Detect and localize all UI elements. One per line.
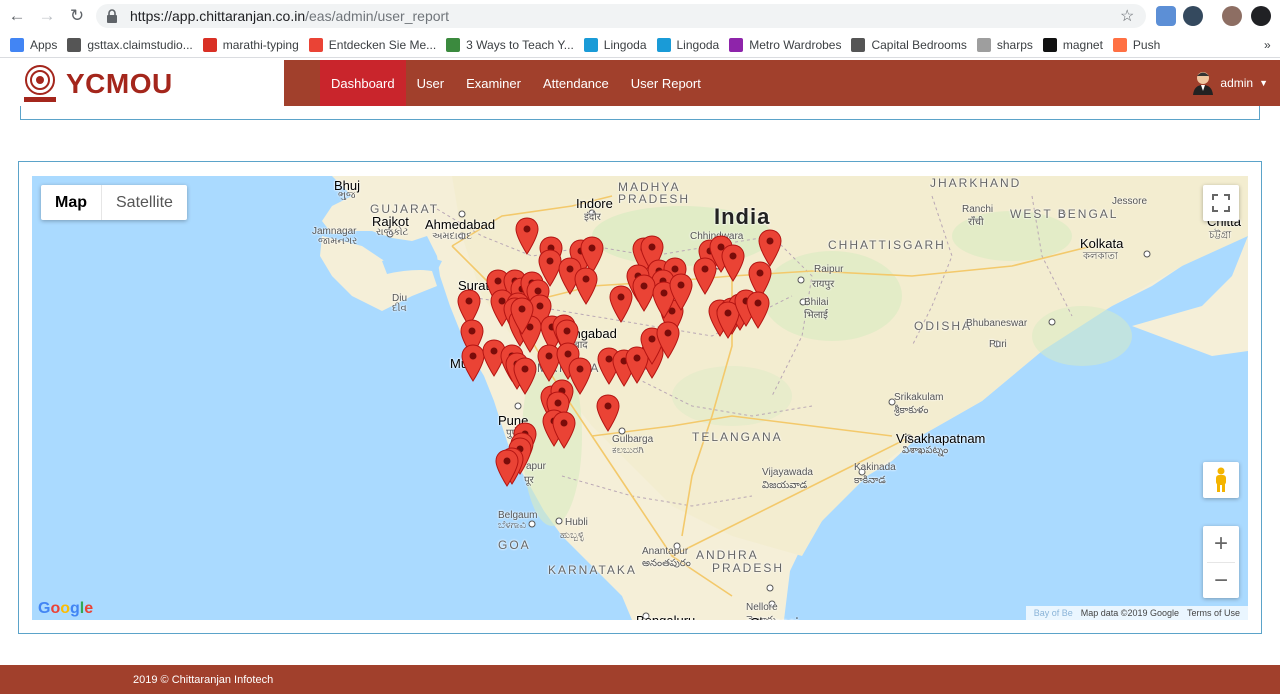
- map-type-satellite-button[interactable]: Satellite: [101, 185, 187, 220]
- bookmark-favicon-icon: [976, 37, 991, 52]
- fullscreen-icon[interactable]: [1203, 185, 1239, 221]
- footer: 2019 © Chittaranjan Infotech: [0, 665, 1280, 694]
- google-map[interactable]: Bhuj ભુજ GUJARAT Rajkot રાજકોટ Jamnagar જામનગર…: [32, 176, 1248, 620]
- nav-user-report[interactable]: User Report: [620, 60, 712, 106]
- bookmark-label: Entdecken Sie Me...: [328, 37, 437, 52]
- zoom-control: + −: [1203, 526, 1239, 598]
- admin-menu[interactable]: admin ▼: [1192, 60, 1268, 106]
- bookmarks-overflow-icon[interactable]: »: [1264, 38, 1271, 52]
- bookmark-label: 3 Ways to Teach Y...: [466, 37, 574, 52]
- google-logo[interactable]: Google: [38, 600, 93, 618]
- bookmark-item[interactable]: marathi-typing: [202, 37, 299, 52]
- bookmark-favicon-icon: [446, 37, 461, 52]
- bookmark-label: Push: [1132, 37, 1161, 52]
- map-type-map-button[interactable]: Map: [41, 185, 101, 220]
- bookmarks-bar: Apps gsttax.claimstudio... marathi-typing E…: [0, 32, 1280, 58]
- forward-icon[interactable]: →: [34, 3, 60, 29]
- map-markers: [457, 217, 782, 487]
- bookmark-label: magnet: [1062, 37, 1103, 52]
- reload-icon[interactable]: ↻: [64, 3, 90, 29]
- extension-new-icon[interactable]: [1183, 6, 1203, 26]
- map-marker-pin-icon[interactable]: [609, 285, 633, 323]
- terms-link[interactable]: Terms of Use: [1187, 608, 1240, 618]
- bookmark-label: Capital Bedrooms: [871, 37, 967, 52]
- bookmark-favicon-icon: [656, 37, 671, 52]
- bookmark-favicon-icon: [202, 37, 217, 52]
- bookmark-item[interactable]: Metro Wardrobes: [729, 37, 842, 52]
- bookmark-favicon-icon: [729, 37, 744, 52]
- bay-label: Bay of Be: [1033, 608, 1073, 618]
- ycmou-logo[interactable]: YCMOU: [20, 62, 173, 106]
- address-bar[interactable]: https://app.chittaranjan.co.in/eas/admin…: [96, 4, 1146, 28]
- map-marker-pin-icon[interactable]: [693, 257, 717, 295]
- nav-user[interactable]: User: [406, 60, 455, 106]
- footer-text: 2019 © Chittaranjan Infotech: [133, 673, 274, 686]
- nav-dashboard[interactable]: Dashboard: [320, 60, 406, 106]
- bookmark-favicon-icon: [1112, 37, 1127, 52]
- bookmark-item[interactable]: gsttax.claimstudio...: [67, 37, 193, 52]
- bookmark-label: Lingoda: [603, 37, 647, 52]
- back-icon[interactable]: ←: [4, 3, 30, 29]
- map-type-control: Map Satellite: [41, 185, 187, 220]
- header-divider: [20, 106, 1260, 120]
- bookmark-favicon-icon: [1042, 37, 1057, 52]
- bookmark-label: Apps: [30, 37, 58, 52]
- caret-down-icon: ▼: [1259, 78, 1268, 88]
- bookmark-label: gsttax.claimstudio...: [87, 37, 193, 52]
- bookmark-favicon-icon: [10, 37, 24, 52]
- map-marker-pin-icon[interactable]: [515, 217, 539, 255]
- bookmark-label: Metro Wardrobes: [749, 37, 842, 52]
- logo-text: YCMOU: [66, 68, 173, 99]
- bookmark-label: sharps: [996, 37, 1033, 52]
- map-marker-pin-icon[interactable]: [537, 344, 561, 382]
- admin-name: admin: [1220, 76, 1254, 90]
- bookmark-star-icon[interactable]: ☆: [1120, 6, 1134, 26]
- url-path: /eas/admin/user_report: [305, 8, 450, 24]
- lock-icon: [106, 9, 118, 23]
- street-view-pegman-icon[interactable]: [1203, 462, 1239, 498]
- map-attribution: Bay of Be Map data ©2019 Google Terms of…: [1025, 606, 1248, 620]
- map-marker-pin-icon[interactable]: [758, 229, 782, 267]
- nav-attendance[interactable]: Attendance: [532, 60, 620, 106]
- bookmark-item[interactable]: sharps: [976, 37, 1033, 52]
- bookmark-item[interactable]: Lingoda: [583, 37, 647, 52]
- map-marker-pin-icon[interactable]: [574, 267, 598, 305]
- bookmark-item[interactable]: 3 Ways to Teach Y...: [446, 37, 574, 52]
- map-marker-pin-icon[interactable]: [632, 274, 656, 312]
- bookmark-item[interactable]: Push: [1112, 37, 1161, 52]
- bookmark-favicon-icon: [67, 37, 82, 52]
- bookmark-item[interactable]: Lingoda: [656, 37, 720, 52]
- download-icon[interactable]: [1251, 6, 1271, 26]
- url-host: https://app.chittaranjan.co.in: [130, 8, 306, 24]
- bookmark-label: marathi-typing: [222, 37, 299, 52]
- map-marker-pin-icon[interactable]: [721, 244, 745, 282]
- map-marker-pin-icon[interactable]: [461, 344, 485, 382]
- main-navbar: Dashboard User Examiner Attendance User …: [284, 60, 1280, 106]
- bookmark-item[interactable]: magnet: [1042, 37, 1103, 52]
- bookmark-item[interactable]: Apps: [10, 37, 58, 52]
- logo-emblem-icon: [20, 64, 60, 104]
- zoom-in-button[interactable]: +: [1214, 526, 1228, 562]
- map-marker-pin-icon[interactable]: [746, 291, 770, 329]
- bookmark-item[interactable]: Capital Bedrooms: [851, 37, 967, 52]
- admin-avatar-icon: [1192, 71, 1214, 95]
- profile-avatar[interactable]: [1222, 6, 1242, 26]
- bookmark-item[interactable]: Entdecken Sie Me...: [308, 37, 437, 52]
- nav-examiner[interactable]: Examiner: [455, 60, 532, 106]
- zoom-out-button[interactable]: −: [1214, 563, 1228, 598]
- extension-icon[interactable]: [1156, 6, 1176, 26]
- map-data-text: Map data ©2019 Google: [1080, 608, 1179, 618]
- bookmark-favicon-icon: [851, 37, 866, 52]
- bookmark-label: Lingoda: [676, 37, 720, 52]
- bookmark-favicon-icon: [308, 37, 323, 52]
- bookmark-favicon-icon: [583, 37, 598, 52]
- map-marker-pin-icon[interactable]: [596, 394, 620, 432]
